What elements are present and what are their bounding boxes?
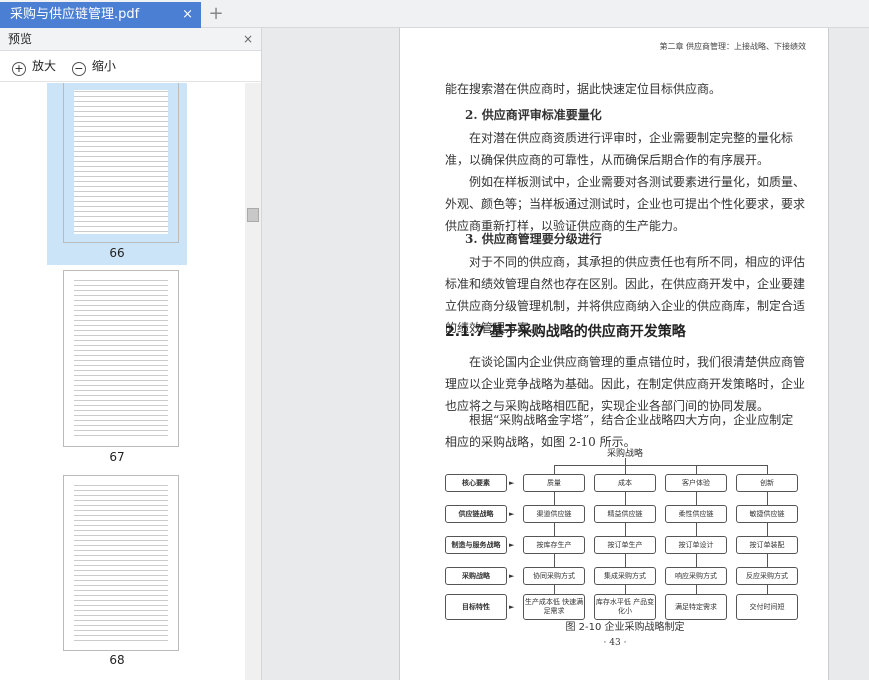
thumbnail-label: 68: [109, 653, 125, 667]
row-label: 采购战略: [445, 567, 507, 585]
row-label: 核心要素: [445, 474, 507, 492]
document-tab[interactable]: 采购与供应链管理.pdf ×: [0, 2, 201, 28]
diagram-cell: 按订单设计: [665, 536, 727, 554]
paragraph: 在谈论国内企业供应商管理的重点错位时，我们很清楚供应商管理应以企业竞争战略为基础…: [445, 355, 806, 413]
document-viewer: 第二章 供应商管理：上接战略、下接绩效 能在搜索潜在供应商时，据此快速定位目标供…: [262, 28, 869, 680]
scrollbar-thumb[interactable]: [247, 208, 259, 222]
diagram-cell: 协同采购方式: [523, 567, 585, 585]
diagram-cell: 客户体验: [665, 474, 727, 492]
connector: [625, 458, 626, 465]
diagram-cell: 精益供应链: [594, 505, 656, 523]
paragraph: 在对潜在供应商资质进行评审时，企业需要制定完整的量化标准，以确保供应商的可靠性，…: [445, 131, 794, 167]
thumbnail-label: 67: [109, 450, 125, 464]
zoom-out-label: 缩小: [91, 59, 116, 73]
zoom-out-icon: −: [71, 62, 86, 76]
section-heading: 2. 供应商评审标准要量化: [465, 108, 602, 122]
diagram-cell: 库存水平低 产品变化小: [594, 594, 656, 620]
diagram-cell: 按订单生产: [594, 536, 656, 554]
thumbnail-page-67[interactable]: 67: [47, 270, 187, 464]
arrow-icon: ►: [509, 572, 515, 580]
page-number: · 43 ·: [603, 638, 627, 648]
thumbnail-image: [63, 83, 179, 243]
tab-title: 采购与供应链管理.pdf: [10, 7, 140, 22]
tab-bar: 采购与供应链管理.pdf × +: [0, 0, 869, 28]
arrow-icon: ►: [509, 541, 515, 549]
thumbnail-label: 66: [109, 246, 125, 260]
thumbnail-page-66[interactable]: 66: [47, 83, 187, 265]
new-tab-button[interactable]: +: [205, 2, 227, 26]
panel-title: 预览: [8, 32, 33, 46]
close-panel-icon[interactable]: ×: [243, 28, 253, 50]
thumbnail-image: [63, 270, 179, 447]
diagram-cell: 敏捷供应链: [736, 505, 798, 523]
figure-caption: 图 2-10 企业采购战略制定: [565, 622, 685, 633]
paragraph: 能在搜索潜在供应商时，据此快速定位目标供应商。: [445, 82, 722, 96]
diagram-cell: 质量: [523, 474, 585, 492]
diagram-cell: 生产成本低 快速满足需求: [523, 594, 585, 620]
row-label: 制造与服务战略: [445, 536, 507, 554]
arrow-icon: ►: [509, 510, 515, 518]
thumbnail-image: [63, 475, 179, 651]
zoom-in-icon: +: [12, 62, 26, 76]
diagram-cell: 交付时间短: [736, 594, 798, 620]
row-label: 供应链战略: [445, 505, 507, 523]
diagram-cell: 渠道供应链: [523, 505, 585, 523]
diagram-cell: 满足特定需求: [665, 594, 727, 620]
zoom-in-label: 放大: [32, 59, 57, 73]
preview-panel: 预览 × + 放大 − 缩小 66 67 68: [0, 28, 262, 680]
diagram-cell: 响应采购方式: [665, 567, 727, 585]
close-tab-icon[interactable]: ×: [182, 2, 193, 28]
thumbnail-scrollbar[interactable]: [245, 83, 261, 680]
diagram-cell: 创新: [736, 474, 798, 492]
zoom-out-button[interactable]: − 缩小: [71, 59, 122, 76]
thumbnail-page-68[interactable]: 68: [47, 475, 187, 675]
pdf-page: 第二章 供应商管理：上接战略、下接绩效 能在搜索潜在供应商时，据此快速定位目标供…: [399, 28, 829, 680]
arrow-icon: ►: [509, 603, 515, 611]
diagram-cell: 集成采购方式: [594, 567, 656, 585]
subsection-heading: 2.1.7 基于采购战略的供应商开发策略: [445, 324, 686, 340]
connector: [554, 465, 767, 466]
diagram-cell: 按订单装配: [736, 536, 798, 554]
section-heading: 3. 供应商管理要分级进行: [465, 232, 602, 246]
running-header: 第二章 供应商管理：上接战略、下接绩效: [659, 42, 806, 51]
diagram-cell: 成本: [594, 474, 656, 492]
thumbnail-list: 66 67 68: [0, 83, 245, 680]
zoom-in-button[interactable]: + 放大: [12, 59, 62, 76]
diagram-cell: 反应采购方式: [736, 567, 798, 585]
diagram-cell: 柔性供应链: [665, 505, 727, 523]
row-label: 目标特性: [445, 594, 507, 620]
arrow-icon: ►: [509, 479, 515, 487]
strategy-diagram: 采购战略 核心要素 ► 质量 成本 客户体验 创新 供应链战略 ► 渠道供应链 精益供应链 柔性供应…: [445, 446, 805, 620]
diagram-cell: 按库存生产: [523, 536, 585, 554]
